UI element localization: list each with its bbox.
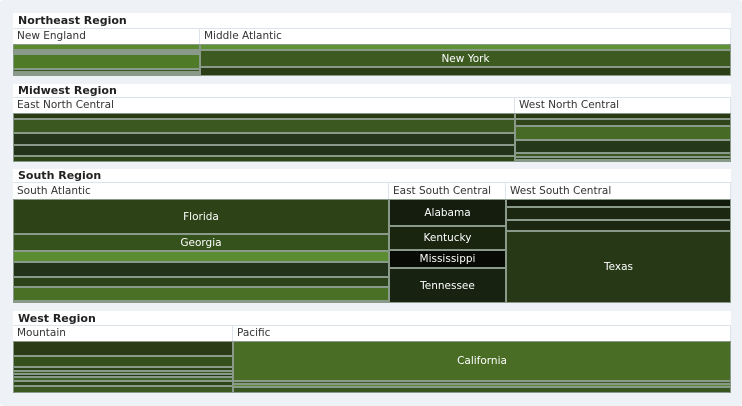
treemap-cell[interactable] xyxy=(13,341,233,356)
west-region-header: West Region xyxy=(13,311,731,326)
treemap-cell[interactable] xyxy=(13,386,233,393)
midwest-region-header: Midwest Region xyxy=(13,84,731,98)
west-south-central-header: West South Central xyxy=(506,183,731,199)
treemap-cell[interactable] xyxy=(506,199,731,207)
treemap-cell[interactable] xyxy=(13,262,389,277)
treemap-cell[interactable] xyxy=(515,140,731,153)
treemap-cell[interactable] xyxy=(13,251,389,262)
treemap-cell[interactable] xyxy=(13,277,389,287)
treemap-cell-new-york[interactable]: New York xyxy=(200,50,731,67)
treemap-cell[interactable] xyxy=(13,145,515,156)
treemap-cell[interactable] xyxy=(506,220,731,231)
treemap-cell-california[interactable]: California xyxy=(233,341,731,381)
treemap: Northeast Region New England Middle Atlant… xyxy=(0,0,742,406)
east-north-central-header: East North Central xyxy=(13,98,515,113)
treemap-cell[interactable] xyxy=(200,67,731,76)
treemap-cell[interactable] xyxy=(13,301,389,303)
treemap-cell-tennessee[interactable]: Tennessee xyxy=(389,268,506,303)
mountain-header: Mountain xyxy=(13,326,233,341)
new-england-header: New England xyxy=(13,29,200,44)
treemap-cell[interactable] xyxy=(13,287,389,301)
treemap-cell[interactable] xyxy=(13,356,233,367)
treemap-cell-alabama[interactable]: Alabama xyxy=(389,199,506,226)
pacific-header: Pacific xyxy=(233,326,731,341)
treemap-cell[interactable] xyxy=(13,156,515,162)
treemap-cell-mississippi[interactable]: Mississippi xyxy=(389,250,506,268)
treemap-cell-florida[interactable]: Florida xyxy=(13,199,389,234)
treemap-cell[interactable] xyxy=(13,119,515,133)
treemap-cell[interactable] xyxy=(515,160,731,162)
treemap-cell-georgia[interactable]: Georgia xyxy=(13,234,389,251)
middle-atlantic-header: Middle Atlantic xyxy=(200,29,731,44)
treemap-cell[interactable] xyxy=(13,74,200,76)
treemap-cell[interactable] xyxy=(515,126,731,140)
treemap-cell[interactable] xyxy=(13,54,200,69)
west-north-central-header: West North Central xyxy=(515,98,731,113)
treemap-cell-kentucky[interactable]: Kentucky xyxy=(389,226,506,250)
northeast-region-header: Northeast Region xyxy=(13,13,731,29)
treemap-cell[interactable] xyxy=(13,133,515,145)
south-atlantic-header: South Atlantic xyxy=(13,183,389,199)
treemap-cell[interactable] xyxy=(506,207,731,220)
south-region-header: South Region xyxy=(13,169,731,183)
treemap-cell[interactable] xyxy=(233,387,731,393)
treemap-cell[interactable] xyxy=(515,119,731,126)
east-south-central-header: East South Central xyxy=(389,183,506,199)
treemap-cell-texas[interactable]: Texas xyxy=(506,231,731,303)
